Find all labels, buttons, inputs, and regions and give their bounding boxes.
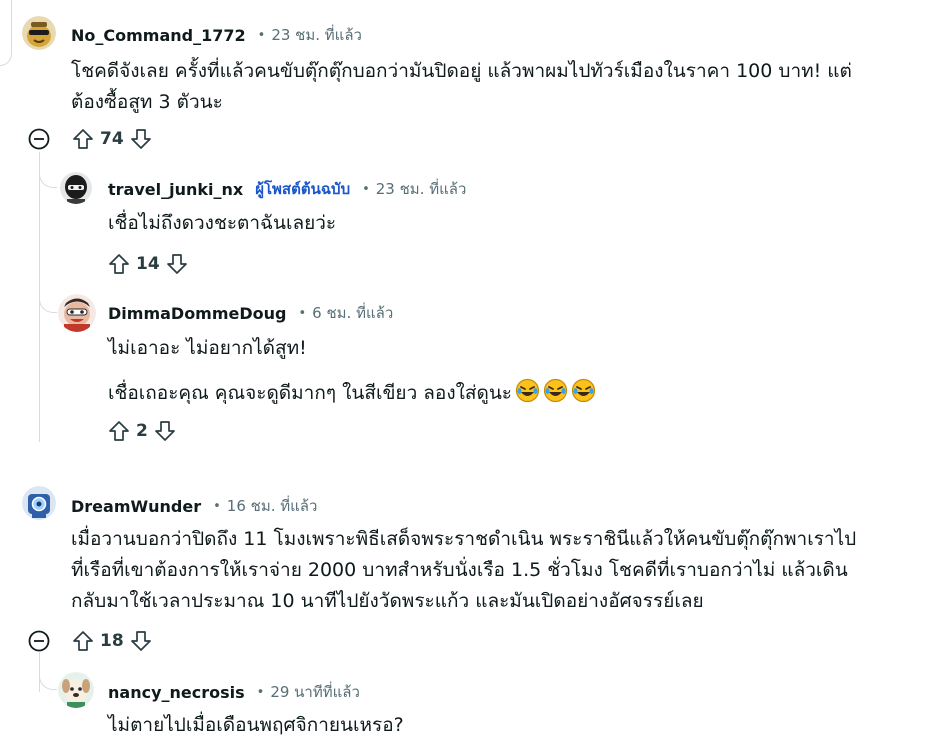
- meta-separator: •: [298, 305, 307, 321]
- comment-text-line: ที่เรือที่เขาต้องการให้เราจ่าย 2000 บาทส…: [71, 559, 848, 581]
- upvote-button[interactable]: [70, 126, 96, 152]
- comment-dreamwunder: DreamWunder • 16 ชม. ที่แล้ว เมื่อวานบอก…: [0, 480, 942, 742]
- downvote-button[interactable]: [128, 628, 154, 654]
- reply-text: เชื่อเถอะคุณ คุณจะดูดีมากๆ ในสีเขียว ลอง…: [108, 382, 513, 404]
- avatar[interactable]: [58, 294, 96, 332]
- avatar[interactable]: [22, 16, 56, 50]
- reply-text-line-with-emoji: เชื่อเถอะคุณ คุณจะดูดีมากๆ ในสีเขียว ลอง…: [108, 378, 908, 413]
- arrow-down-icon: [130, 631, 151, 651]
- reply-connector: [39, 160, 57, 188]
- minus-circle-icon: [28, 128, 50, 150]
- rofl-emoji-icon: [543, 378, 568, 413]
- arrow-up-icon: [109, 421, 129, 441]
- collapse-thread-button[interactable]: [28, 128, 50, 150]
- collapse-thread-button[interactable]: [28, 630, 50, 652]
- upvote-button[interactable]: [70, 628, 96, 654]
- vote-count: 74: [100, 129, 124, 149]
- reply-username[interactable]: nancy_necrosis: [108, 683, 245, 702]
- upvote-button[interactable]: [106, 418, 132, 444]
- vote-count: 2: [136, 421, 148, 441]
- comment-text-line: ต้องซื้อสูท 3 ตัวนะ: [71, 91, 223, 113]
- reply-body: ไม่เอาอะ ไม่อยากได้สูท! เชื่อเถอะคุณ คุณ…: [108, 333, 908, 413]
- avatar[interactable]: [58, 672, 94, 708]
- reply-connector: [39, 662, 57, 690]
- reply-text-line: ไม่เอาอะ ไม่อยากได้สูท!: [108, 337, 307, 359]
- avatar[interactable]: [22, 486, 56, 520]
- comment-timestamp[interactable]: 23 ชม. ที่แล้ว: [271, 23, 362, 47]
- meta-separator: •: [362, 181, 370, 197]
- avatar[interactable]: [60, 172, 92, 204]
- comment-body: เมื่อวานบอกว่าปิดถึง 11 โมงเพราะพิธีเสด็…: [71, 524, 931, 617]
- arrow-up-icon: [73, 129, 93, 149]
- downvote-button[interactable]: [128, 126, 154, 152]
- rofl-emoji-icon: [571, 378, 596, 413]
- downvote-button[interactable]: [152, 418, 178, 444]
- reply-body: ไม่ตายไปเมื่อเดือนพฤศจิกายนเหรอ?: [108, 710, 908, 741]
- arrow-up-icon: [73, 631, 93, 651]
- vote-bar: 74: [70, 125, 154, 153]
- meta-separator: •: [257, 27, 266, 43]
- comment-text-line: โชคดีจังเลย ครั้งที่แล้วคนขับตุ๊กตุ๊กบอก…: [71, 60, 852, 82]
- minus-circle-icon: [28, 630, 50, 652]
- meta-separator: •: [256, 684, 265, 700]
- reply-text-line: ไม่ตายไปเมื่อเดือนพฤศจิกายนเหรอ?: [108, 714, 404, 736]
- rofl-emoji-icon: [515, 378, 540, 413]
- vote-bar: 14: [106, 250, 190, 278]
- comment-timestamp[interactable]: 16 ชม. ที่แล้ว: [227, 494, 318, 518]
- arrow-up-icon: [109, 254, 129, 274]
- reply-connector: [39, 285, 57, 313]
- comment-username[interactable]: No_Command_1772: [71, 26, 246, 45]
- reply-timestamp[interactable]: 23 ชม. ที่แล้ว: [376, 177, 467, 201]
- vote-count: 18: [100, 631, 124, 651]
- reply-username[interactable]: travel_junki_nx: [108, 180, 243, 199]
- comment-no-command: No_Command_1772 • 23 ชม. ที่แล้ว โชคดีจั…: [0, 0, 942, 460]
- reply-username[interactable]: DimmaDommeDoug: [108, 304, 287, 323]
- comment-text-line: เมื่อวานบอกว่าปิดถึง 11 โมงเพราะพิธีเสด็…: [71, 528, 857, 550]
- downvote-button[interactable]: [164, 251, 190, 277]
- reply-timestamp[interactable]: 29 นาทีที่แล้ว: [270, 680, 360, 704]
- comment-text-line: กลับมาใช้เวลาประมาณ 10 นาทีไปยังวัดพระแก…: [71, 590, 704, 612]
- reply-body: เชื่อไม่ถึงดวงชะตาฉันเลยว่ะ: [108, 208, 908, 239]
- vote-count: 14: [136, 254, 160, 274]
- arrow-down-icon: [166, 254, 187, 274]
- reply-timestamp[interactable]: 6 ชม. ที่แล้ว: [312, 301, 393, 325]
- vote-bar: 2: [106, 417, 178, 445]
- comment-body: โชคดีจังเลย ครั้งที่แล้วคนขับตุ๊กตุ๊กบอก…: [71, 56, 921, 118]
- upvote-button[interactable]: [106, 251, 132, 277]
- reply-text-line: เชื่อไม่ถึงดวงชะตาฉันเลยว่ะ: [108, 212, 337, 234]
- arrow-down-icon: [154, 421, 175, 441]
- arrow-down-icon: [130, 129, 151, 149]
- vote-bar: 18: [70, 627, 154, 655]
- comment-username[interactable]: DreamWunder: [71, 497, 201, 516]
- meta-separator: •: [213, 498, 221, 514]
- op-badge: ผู้โพสต์ต้นฉบับ: [255, 180, 351, 198]
